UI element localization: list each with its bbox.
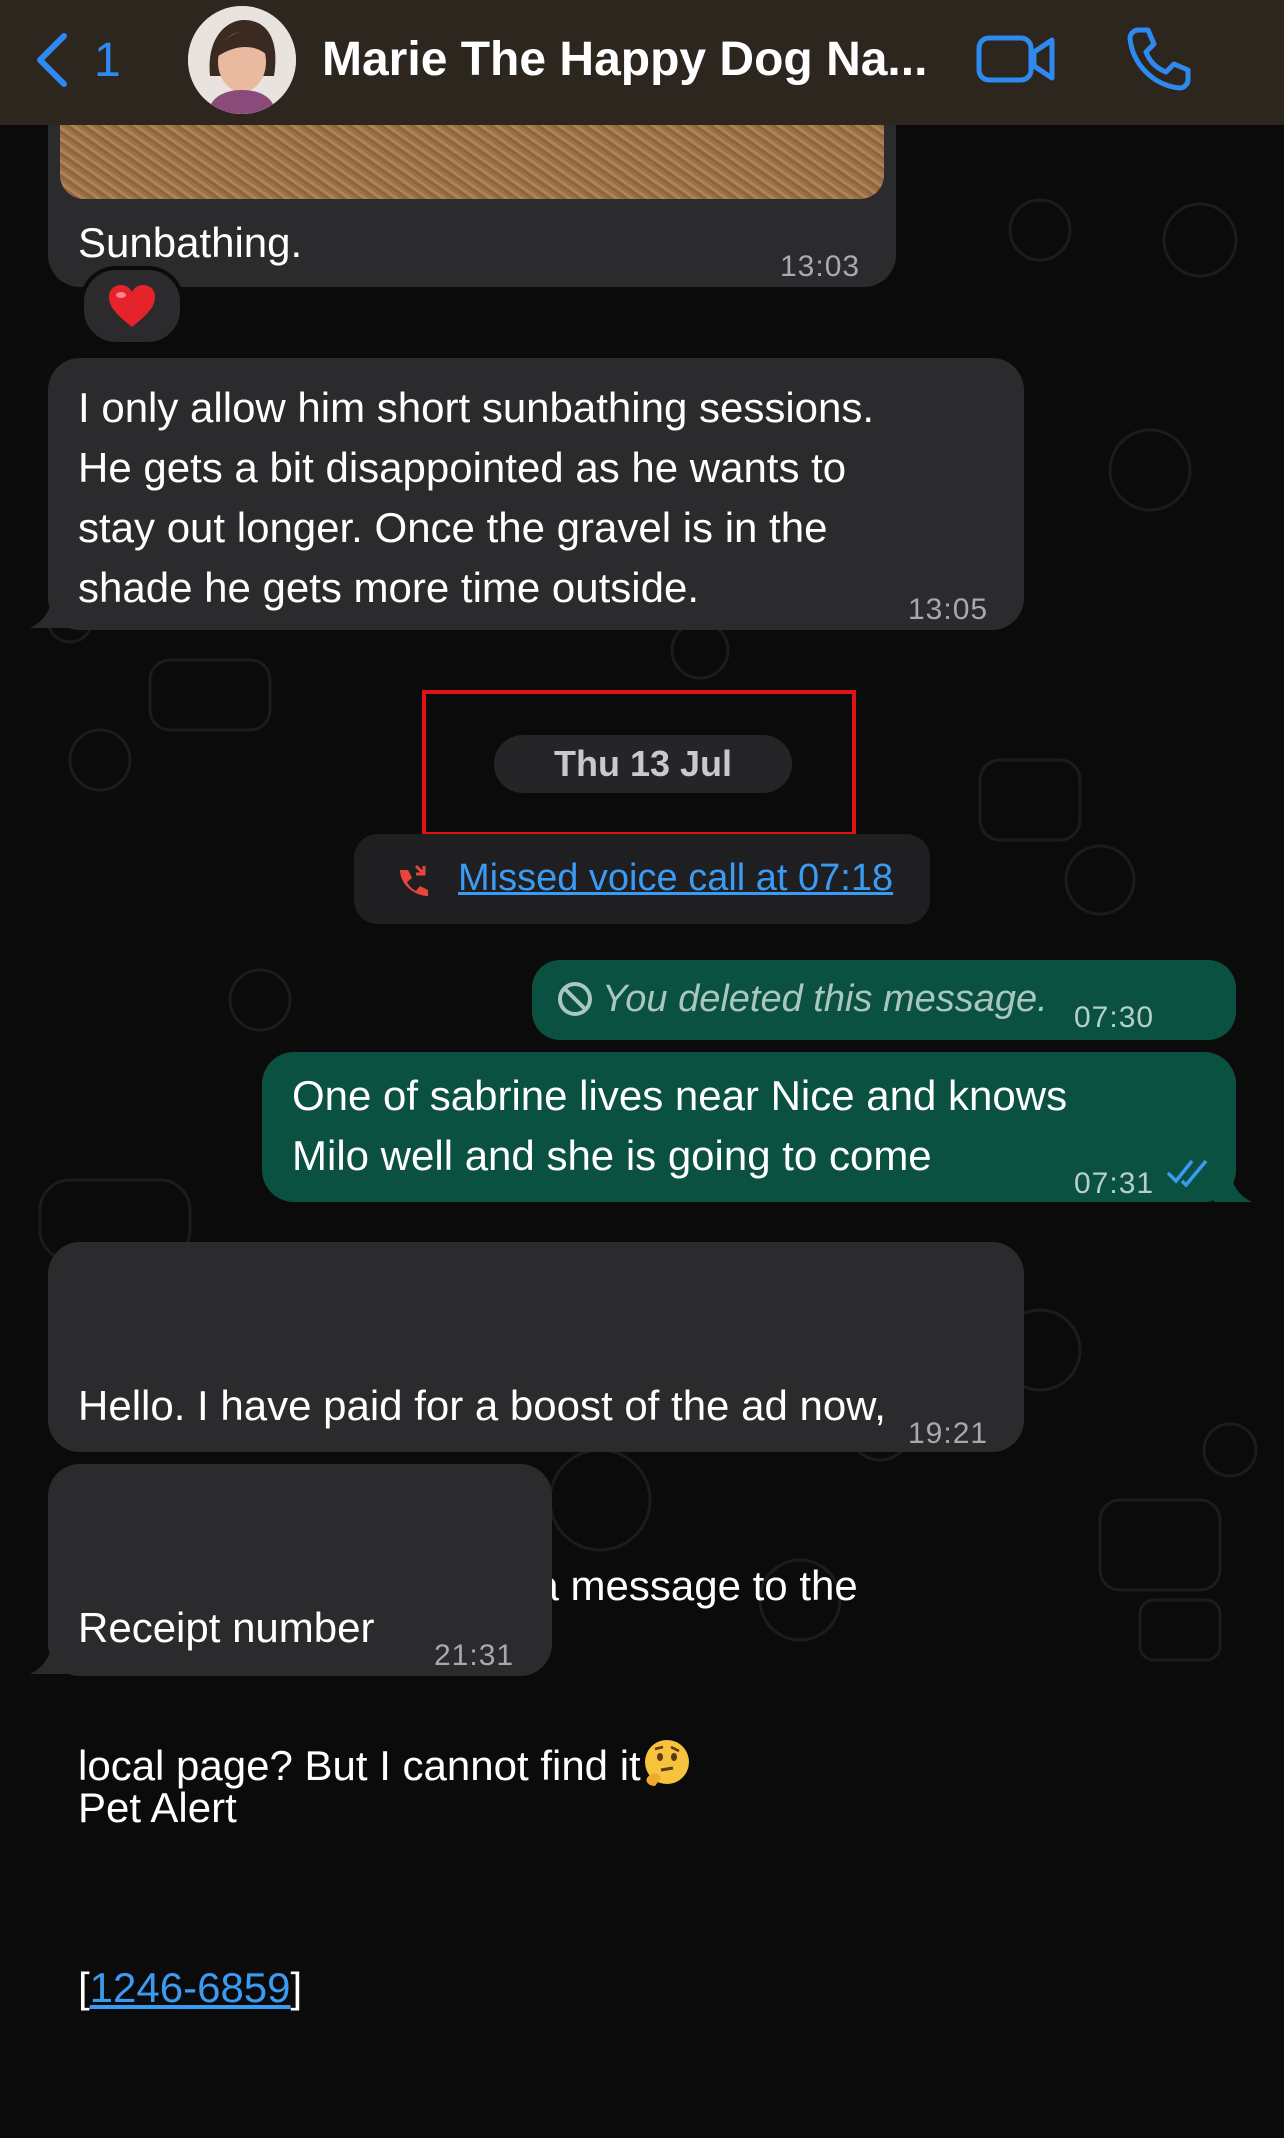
bracket-open: [ xyxy=(78,1964,90,2011)
video-call-button[interactable] xyxy=(976,28,1056,88)
message-text: Receipt number Pet Alert [1246-6859] xyxy=(78,1478,374,2138)
missed-call-icon xyxy=(400,864,428,896)
heart-icon xyxy=(109,285,155,327)
message-bubble-incoming[interactable]: I only allow him short sunbathing sessio… xyxy=(48,358,1024,630)
voice-call-button[interactable] xyxy=(1124,24,1192,92)
message-line: Pet Alert xyxy=(78,1784,237,1831)
thinking-face-icon xyxy=(644,1740,689,1786)
message-text: One of sabrine lives near Nice and knows… xyxy=(292,1072,1068,1179)
bracket-close: ] xyxy=(290,1964,303,2011)
message-text: I only allow him short sunbathing sessio… xyxy=(78,384,875,611)
receipt-number-link[interactable]: 1246-6859 xyxy=(90,1964,291,2011)
read-receipt-icon xyxy=(1166,1159,1208,1187)
unread-count: 1 xyxy=(94,33,121,87)
missed-call-notice[interactable]: Missed voice call at 07:18 xyxy=(354,834,930,924)
phone-call-icon xyxy=(1127,27,1191,91)
message-text: Sunbathing. xyxy=(78,219,303,266)
back-button[interactable]: 1 xyxy=(34,28,154,92)
message-bubble-incoming[interactable]: Sunbathing. 13:03 xyxy=(48,125,896,287)
contact-name[interactable]: Marie The Happy Dog Na... xyxy=(322,28,942,92)
video-call-icon xyxy=(976,35,1055,83)
back-chevron-icon xyxy=(37,33,67,87)
chat-header: 1 Marie The Happy Dog Na... xyxy=(0,0,1284,125)
message-time: 07:30 xyxy=(1074,1001,1155,1034)
message-time: 21:31 xyxy=(434,1639,515,1672)
message-time: 13:05 xyxy=(908,593,989,626)
message-time: 19:21 xyxy=(908,1417,989,1450)
highlight-box xyxy=(422,690,856,836)
message-line: Hello. I have paid for a boost of the ad… xyxy=(78,1382,886,1429)
message-bubble-outgoing[interactable]: One of sabrine lives near Nice and knows… xyxy=(262,1052,1236,1202)
message-time: 13:03 xyxy=(780,250,861,283)
message-photo[interactable] xyxy=(60,125,884,199)
reaction-badge[interactable] xyxy=(80,266,184,346)
message-bubble-incoming[interactable]: Hello. I have paid for a boost of the ad… xyxy=(48,1242,1024,1789)
avatar[interactable] xyxy=(188,6,296,114)
message-bubble-incoming[interactable]: Receipt number Pet Alert [1246-6859] 21:… xyxy=(48,1464,552,2011)
deleted-icon xyxy=(558,982,592,1016)
message-bubble-outgoing[interactable]: You deleted this message. 07:30 xyxy=(532,960,1236,1040)
message-line: [1246-6859] xyxy=(78,1958,374,2018)
message-line: Receipt number xyxy=(78,1604,375,1651)
avatar-photo xyxy=(188,6,296,114)
message-time: 07:31 xyxy=(1074,1167,1155,1200)
deleted-message-text: You deleted this message. xyxy=(602,978,1048,1020)
missed-call-link[interactable]: Missed voice call at 07:18 xyxy=(458,854,893,902)
